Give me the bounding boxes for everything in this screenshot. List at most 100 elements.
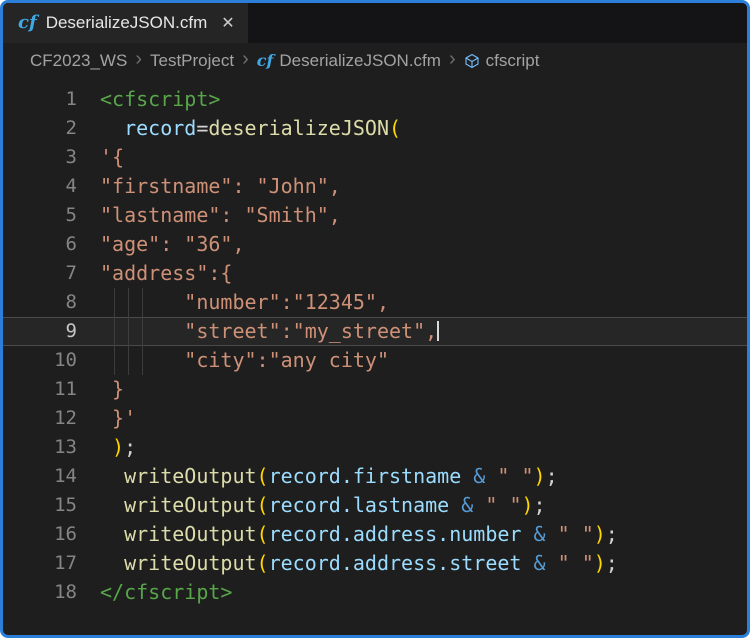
close-icon[interactable]: ✕ (221, 13, 234, 33)
line-number[interactable]: 4 (3, 172, 100, 201)
line-number[interactable]: 17 (3, 549, 100, 578)
token-plain (546, 551, 558, 575)
code-line[interactable]: 12 }' (3, 404, 747, 433)
breadcrumb: CF2023_WS › TestProject › cfDeserializeJSON.… (3, 43, 747, 79)
indent-guide (114, 317, 115, 346)
indent-guide (128, 288, 129, 317)
token-plain (100, 464, 124, 488)
line-number[interactable]: 10 (3, 346, 100, 375)
line-number[interactable]: 9 (3, 317, 100, 346)
token-operator: & (534, 551, 546, 575)
code-line[interactable]: 13 ); (3, 433, 747, 462)
token-string: } (100, 377, 124, 401)
token-operator: & (534, 522, 546, 546)
token-function: writeOutput (124, 493, 256, 517)
code-line[interactable]: 2 record=deserializeJSON( (3, 114, 747, 143)
code-text: <cfscript> (100, 85, 747, 114)
code-line[interactable]: 3'{ (3, 143, 747, 172)
code-line[interactable]: 5"lastname": "Smith", (3, 201, 747, 230)
code-text: "lastname": "Smith", (100, 201, 747, 230)
code-line[interactable]: 6"age": "36", (3, 230, 747, 259)
indent-guide (114, 346, 115, 375)
token-bracket: ( (389, 116, 401, 140)
line-number[interactable]: 14 (3, 462, 100, 491)
token-string: '{ (100, 145, 124, 169)
token-string: "number":"12345", (100, 290, 389, 314)
token-plain (100, 551, 124, 575)
token-bracket: ( (257, 464, 269, 488)
tab-label: DeserializeJSON.cfm (46, 13, 208, 33)
indent-guide (142, 288, 143, 317)
code-line[interactable]: 8 "number":"12345", (3, 288, 747, 317)
breadcrumb-item-testproject[interactable]: TestProject (150, 51, 234, 71)
code-line[interactable]: 18</cfscript> (3, 578, 747, 607)
line-number[interactable]: 16 (3, 520, 100, 549)
token-bracket: ) (521, 493, 533, 517)
breadcrumb-item-cf2023-ws[interactable]: CF2023_WS (30, 51, 127, 71)
token-plain (449, 493, 461, 517)
coldfusion-icon: cf (18, 14, 37, 32)
line-number[interactable]: 13 (3, 433, 100, 462)
code-text: record=deserializeJSON( (100, 114, 747, 143)
breadcrumb-label: TestProject (150, 51, 234, 71)
breadcrumb-item-cfscript[interactable]: cfscript (464, 51, 540, 71)
line-number[interactable]: 3 (3, 143, 100, 172)
code-line[interactable]: 9 "street":"my_street", (3, 317, 747, 346)
line-number[interactable]: 15 (3, 491, 100, 520)
line-number[interactable]: 6 (3, 230, 100, 259)
code-line[interactable]: 4"firstname": "John", (3, 172, 747, 201)
token-plain (100, 493, 124, 517)
breadcrumb-separator-icon: › (135, 49, 142, 69)
token-plain (521, 551, 533, 575)
token-operator: & (473, 464, 485, 488)
breadcrumb-item-deserializejson-cfm[interactable]: cfDeserializeJSON.cfm (257, 51, 441, 71)
code-line[interactable]: 1<cfscript> (3, 85, 747, 114)
breadcrumb-separator-icon: › (449, 49, 456, 69)
token-bracket: ) (594, 522, 606, 546)
code-line[interactable]: 15 writeOutput(record.lastname & " "); (3, 491, 747, 520)
code-line[interactable]: 10 "city":"any city" (3, 346, 747, 375)
code-text: writeOutput(record.address.number & " ")… (100, 520, 747, 549)
code-line[interactable]: 7"address":{ (3, 259, 747, 288)
code-line[interactable]: 17 writeOutput(record.address.street & "… (3, 549, 747, 578)
code-text: "street":"my_street", (100, 317, 747, 346)
line-number[interactable]: 18 (3, 578, 100, 607)
token-plain (521, 522, 533, 546)
token-plain: ; (534, 493, 546, 517)
token-function: writeOutput (124, 522, 256, 546)
code-area: 1<cfscript>2 record=deserializeJSON(3'{4… (3, 85, 747, 607)
token-bracket: ) (594, 551, 606, 575)
line-number[interactable]: 11 (3, 375, 100, 404)
code-text: "city":"any city" (100, 346, 747, 375)
line-number[interactable]: 12 (3, 404, 100, 433)
token-string: "firstname": "John", (100, 174, 341, 198)
line-number[interactable]: 8 (3, 288, 100, 317)
code-line[interactable]: 16 writeOutput(record.address.number & "… (3, 520, 747, 549)
code-text: } (100, 375, 747, 404)
token-bracket: ) (534, 464, 546, 488)
line-number[interactable]: 1 (3, 85, 100, 114)
tab-deserializejson-cfm[interactable]: cf DeserializeJSON.cfm ✕ (3, 3, 248, 43)
code-text: </cfscript> (100, 578, 747, 607)
token-variable: record.firstname (269, 464, 462, 488)
code-text: "age": "36", (100, 230, 747, 259)
code-text: "address":{ (100, 259, 747, 288)
token-plain: ; (124, 435, 136, 459)
coldfusion-icon: cf (257, 53, 274, 69)
line-number[interactable]: 5 (3, 201, 100, 230)
code-line[interactable]: 11 } (3, 375, 747, 404)
code-line[interactable]: 14 writeOutput(record.firstname & " "); (3, 462, 747, 491)
breadcrumb-separator-icon: › (242, 49, 249, 69)
token-string: " " (497, 464, 533, 488)
code-text: }' (100, 404, 747, 433)
code-text: writeOutput(record.firstname & " "); (100, 462, 747, 491)
code-text: writeOutput(record.lastname & " "); (100, 491, 747, 520)
editor[interactable]: 1<cfscript>2 record=deserializeJSON(3'{4… (3, 79, 747, 607)
token-function: writeOutput (124, 464, 256, 488)
line-number[interactable]: 7 (3, 259, 100, 288)
token-function: writeOutput (124, 551, 256, 575)
code-text: ); (100, 433, 747, 462)
token-string: "city":"any city" (100, 348, 389, 372)
line-number[interactable]: 2 (3, 114, 100, 143)
token-bracket: ) (100, 435, 124, 459)
